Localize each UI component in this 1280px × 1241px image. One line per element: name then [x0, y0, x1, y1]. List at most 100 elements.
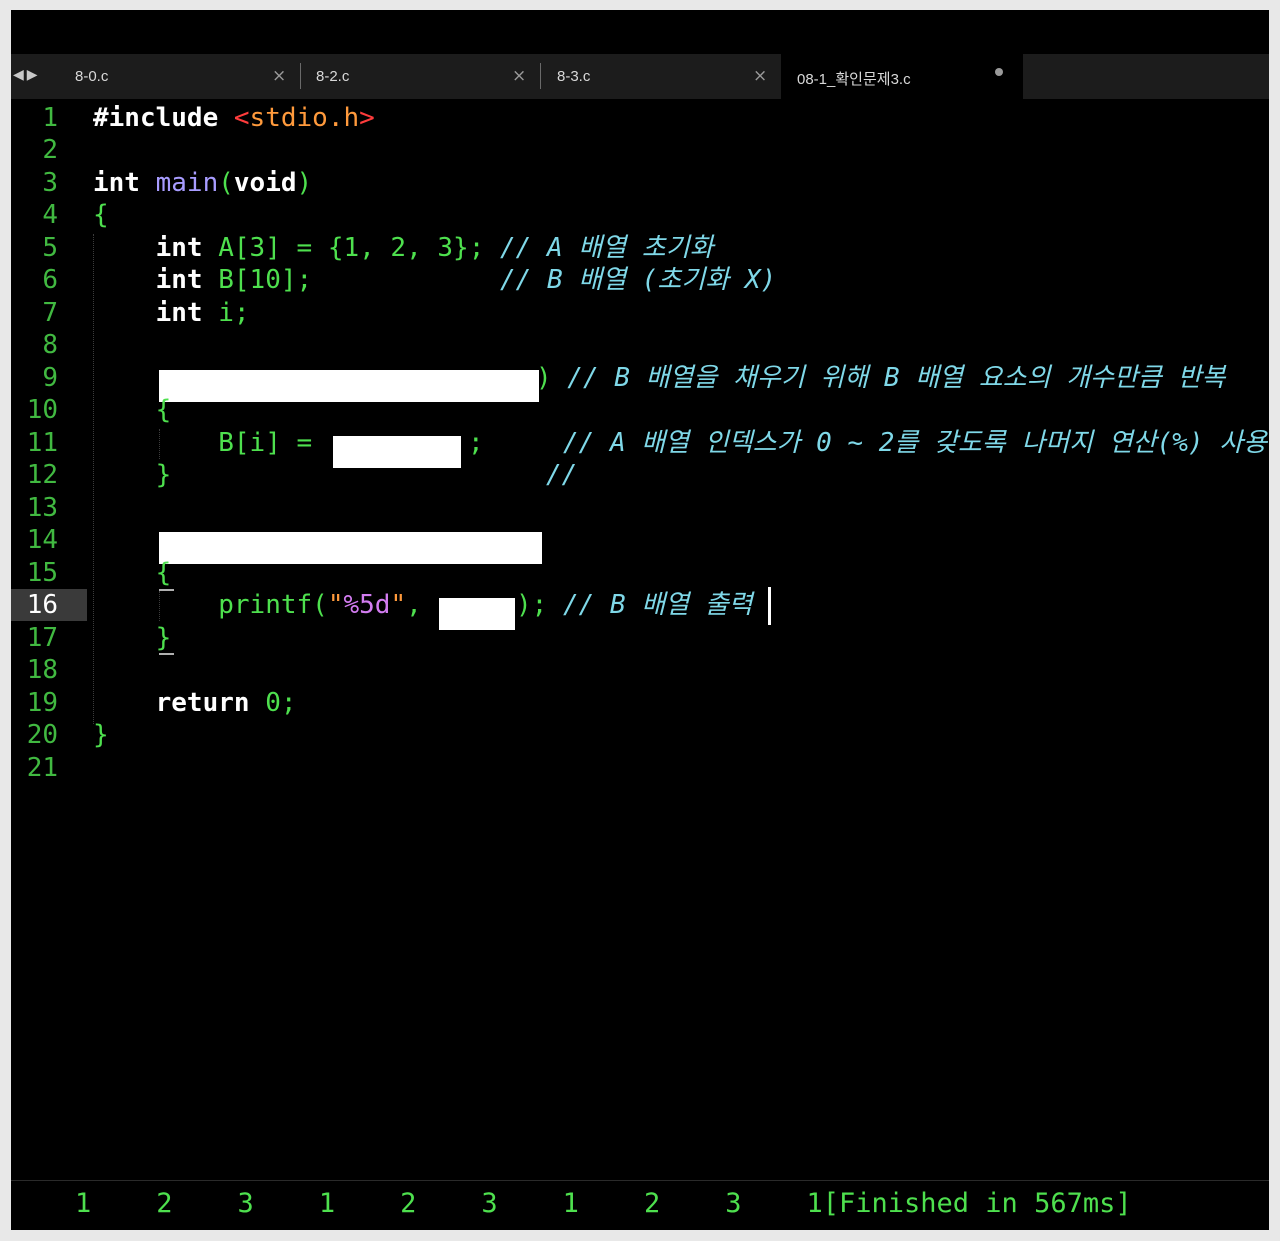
code-line: {: [93, 557, 172, 589]
code-comment: // A 배열 초기화: [500, 233, 714, 263]
code-line: {: [93, 394, 172, 426]
code-token: return: [155, 688, 250, 718]
title-strip: [11, 10, 1269, 54]
close-icon[interactable]: ×: [753, 66, 767, 86]
code-line: #include <stdio.h>: [93, 102, 375, 134]
redacted-block: [439, 598, 515, 630]
line-number: 13: [26, 493, 58, 523]
code-token: B[10];: [202, 265, 501, 295]
tab-label: 8-3.c: [557, 68, 591, 85]
tab-forward-icon[interactable]: ▶: [27, 67, 41, 83]
line-number: 17: [26, 623, 58, 653]
tab-divider: [300, 63, 301, 89]
line-number: 19: [26, 688, 58, 718]
code-line: ); // B 배열 출력: [516, 589, 753, 621]
line-number: 7: [42, 298, 58, 328]
code-line: }: [93, 622, 172, 654]
tab-8-2[interactable]: 8-2.c ×: [316, 54, 531, 99]
code-token: i;: [202, 298, 250, 328]
line-number: 6: [42, 265, 58, 295]
redacted-block: [159, 532, 542, 564]
code-token: }: [93, 720, 109, 750]
line-number: 5: [42, 233, 58, 263]
build-output: 1 2 3 1 2 3 1 2 3 1[Finished in 567ms]: [75, 1188, 1132, 1219]
tab-08-1-확인문제3[interactable]: 08-1_확인문제3.c: [797, 54, 1017, 99]
code-token: int: [155, 265, 203, 295]
code-token: int: [93, 168, 140, 198]
code-token: printf(: [218, 590, 328, 620]
code-token: 0;: [249, 688, 297, 718]
tab-active[interactable]: 08-1_확인문제3.c: [781, 54, 1023, 99]
code-line: int main(void): [93, 167, 312, 199]
tab-divider: [540, 63, 541, 89]
line-number: 8: [42, 330, 58, 360]
code-token: main: [155, 168, 219, 198]
code-token: }: [155, 460, 172, 490]
code-token: <: [233, 103, 250, 133]
line-number: 11: [26, 428, 58, 458]
code-editor[interactable]: 1 2 3 4 5 6 7 8 9 10 11 12 13 14 15 16 1…: [11, 99, 1269, 1180]
line-number: 2: [42, 135, 58, 165]
code-line: int B[10]; // B 배열 (초기화 X): [93, 264, 777, 296]
unsaved-dot-icon[interactable]: [995, 68, 1003, 76]
tab-back-icon[interactable]: ◀: [13, 67, 27, 83]
bracket-match-underline: [159, 653, 174, 655]
tab-label: 8-0.c: [75, 68, 109, 85]
tab-8-0[interactable]: 8-0.c ×: [75, 54, 290, 99]
line-number: 18: [26, 655, 58, 685]
code-token: {: [155, 558, 172, 588]
tab-8-3[interactable]: 8-3.c ×: [557, 54, 772, 99]
code-comment: // B 배열 출력: [562, 590, 753, 620]
editor-window: ◀▶ 8-0.c × 8-2.c × 8-3.c × 08-1_확인문제3.c …: [11, 10, 1269, 1230]
output-divider: [11, 1180, 1269, 1181]
code-line: int i;: [93, 297, 250, 329]
code-token: stdio.h: [249, 103, 360, 133]
text-cursor: [768, 587, 771, 625]
code-token: );: [516, 590, 563, 620]
code-token: {: [155, 395, 172, 425]
code-line: {: [93, 199, 109, 231]
close-icon[interactable]: ×: [272, 66, 286, 86]
line-number: 20: [26, 720, 58, 750]
code-token: int: [155, 298, 203, 328]
close-icon[interactable]: ×: [512, 66, 526, 86]
code-token: ): [296, 168, 313, 198]
code-token: %5d: [343, 590, 391, 620]
code-token: B[i] =: [218, 428, 328, 458]
line-number: 21: [26, 753, 58, 783]
code-line: return 0;: [93, 687, 297, 719]
line-number: 3: [42, 168, 58, 198]
line-number: 15: [26, 558, 58, 588]
line-number: 9: [42, 363, 58, 393]
code-token: ): [536, 363, 552, 393]
code-token: >: [359, 103, 375, 133]
redacted-block: [333, 436, 461, 468]
tab-nav-arrows[interactable]: ◀▶: [13, 67, 41, 83]
code-token: int: [155, 233, 203, 263]
line-number-current: 16: [26, 590, 58, 620]
code-line-current: printf("%5d",: [93, 589, 422, 621]
code-token: #include: [93, 103, 234, 133]
code-token: A[3] = {1, 2, 3};: [202, 233, 501, 263]
code-comment: //: [546, 460, 578, 490]
code-comment: // A 배열 인덱스가 0 ~ 2를 갖도록 나머지 연산(%) 사용: [563, 428, 1268, 458]
tab-label: 08-1_확인문제3.c: [797, 71, 911, 88]
code-token: ": [327, 590, 344, 620]
code-token: (: [218, 168, 234, 198]
code-token: void: [233, 168, 297, 198]
code-token: ,: [406, 590, 422, 620]
line-number: 4: [42, 200, 58, 230]
code-line: }: [93, 459, 172, 491]
code-comment: // B 배열 (초기화 X): [500, 265, 777, 295]
code-line: int A[3] = {1, 2, 3}; // A 배열 초기화: [93, 232, 714, 264]
code-token: ;: [468, 428, 484, 458]
redacted-block: [159, 370, 539, 402]
